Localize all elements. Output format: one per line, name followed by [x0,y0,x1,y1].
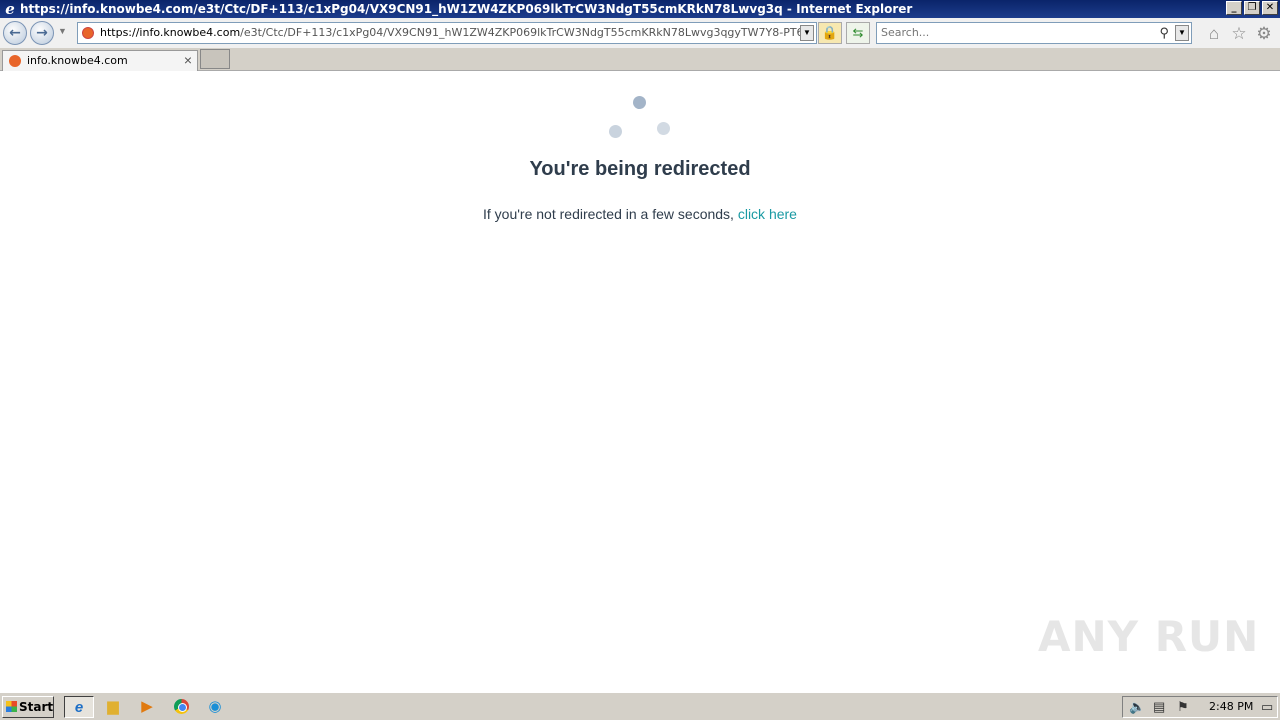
address-bar[interactable]: https://info.knowbe4.com/e3t/Ctc/DF+113/… [77,22,817,44]
volume-icon[interactable]: 🔈 [1129,699,1145,715]
spinner-dot-top [633,96,646,109]
search-box[interactable]: ⚲ ▼ [876,22,1192,44]
anyrun-watermark: ANY RUN [1038,612,1260,661]
navigation-bar: ← → ▼ https://info.knowbe4.com/e3t/Ctc/D… [0,18,1280,48]
windows-flag-icon [6,701,17,712]
window-controls: _ ❐ ✕ [1226,1,1278,15]
ie-logo-icon: e [5,0,15,18]
spinner-dot-right [657,122,670,135]
tab-close-icon[interactable]: × [184,52,192,68]
taskbar-ie-icon[interactable]: e [64,696,94,718]
show-desktop-icon[interactable]: ▭ [1261,699,1273,715]
window-title: https://info.knowbe4.com/e3t/Ctc/DF+113/… [20,2,913,16]
taskbar-explorer-icon[interactable]: ▆ [98,696,128,718]
tab-label: info.knowbe4.com [27,54,128,67]
url-host: https://info.knowbe4.com [100,26,241,39]
loading-spinner [600,94,680,144]
taskbar-chrome-icon[interactable] [166,696,196,718]
click-here-link[interactable]: click here [738,206,797,222]
search-icon[interactable]: ⚲ [1159,25,1169,41]
taskbar-media-player-icon[interactable]: ▶ [132,696,162,718]
url-path: /e3t/Ctc/DF+113/c1xPg04/VX9CN91_hW1ZW4ZK… [240,26,800,39]
search-input[interactable] [881,26,1151,39]
system-tray: 🔈 ▤ ⚑ 2:48 PM ▭ [1122,696,1278,718]
spinner-dot-left [609,125,622,138]
lock-icon[interactable]: 🔒 [818,22,842,44]
close-button[interactable]: ✕ [1262,1,1278,15]
network-icon[interactable]: ▤ [1153,699,1165,715]
history-dropdown-icon[interactable]: ▼ [58,26,67,36]
start-label: Start [19,700,54,714]
clock[interactable]: 2:48 PM [1209,700,1253,713]
favorites-star-icon[interactable]: ☆ [1229,24,1249,44]
redirect-message: If you're not redirected in a few second… [0,206,1280,222]
tab-favicon-icon [9,55,21,67]
site-favicon-icon [82,27,94,39]
new-tab-button[interactable] [200,49,230,69]
taskbar: Start e ▆ ▶ ◉ 🔈 ▤ ⚑ 2:48 PM ▭ [0,692,1280,720]
taskbar-edge-icon[interactable]: ◉ [200,696,230,718]
action-center-flag-icon[interactable]: ⚑ [1177,699,1189,715]
address-dropdown-icon[interactable]: ▼ [800,25,814,41]
refresh-icon[interactable]: ⇆ [846,22,870,44]
start-button[interactable]: Start [2,696,54,718]
window-titlebar: e https://info.knowbe4.com/e3t/Ctc/DF+11… [0,0,1280,18]
home-icon[interactable]: ⌂ [1204,24,1224,44]
forward-button[interactable]: → [30,21,54,45]
restore-button[interactable]: ❐ [1244,1,1260,15]
search-dropdown-icon[interactable]: ▼ [1175,25,1189,41]
minimize-button[interactable]: _ [1226,1,1242,15]
tab-active[interactable]: info.knowbe4.com × [2,50,198,71]
page-title: You're being redirected [529,158,751,180]
redirect-text: If you're not redirected in a few second… [483,206,734,222]
page-content: You're being redirected If you're not re… [0,72,1280,692]
gear-icon[interactable]: ⚙ [1254,24,1274,44]
back-button[interactable]: ← [3,21,27,45]
tab-bar: info.knowbe4.com × [0,48,1280,71]
address-url[interactable]: https://info.knowbe4.com/e3t/Ctc/DF+113/… [100,26,800,39]
